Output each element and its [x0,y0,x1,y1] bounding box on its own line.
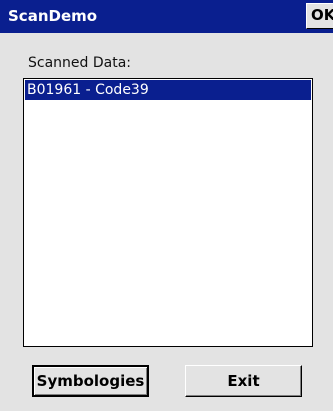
window-title: ScanDemo [8,7,98,25]
list-item[interactable]: B01961 - Code39 [25,80,311,100]
ok-button[interactable]: OK [306,3,333,29]
scan-demo-window: ScanDemo OK Scanned Data: B01961 - Code3… [0,0,333,411]
title-bar: ScanDemo OK [0,0,333,33]
symbologies-button[interactable]: Symbologies [32,365,149,397]
exit-button[interactable]: Exit [185,365,302,397]
scanned-data-list[interactable]: B01961 - Code39 [23,78,313,347]
scanned-data-label: Scanned Data: [28,55,132,71]
